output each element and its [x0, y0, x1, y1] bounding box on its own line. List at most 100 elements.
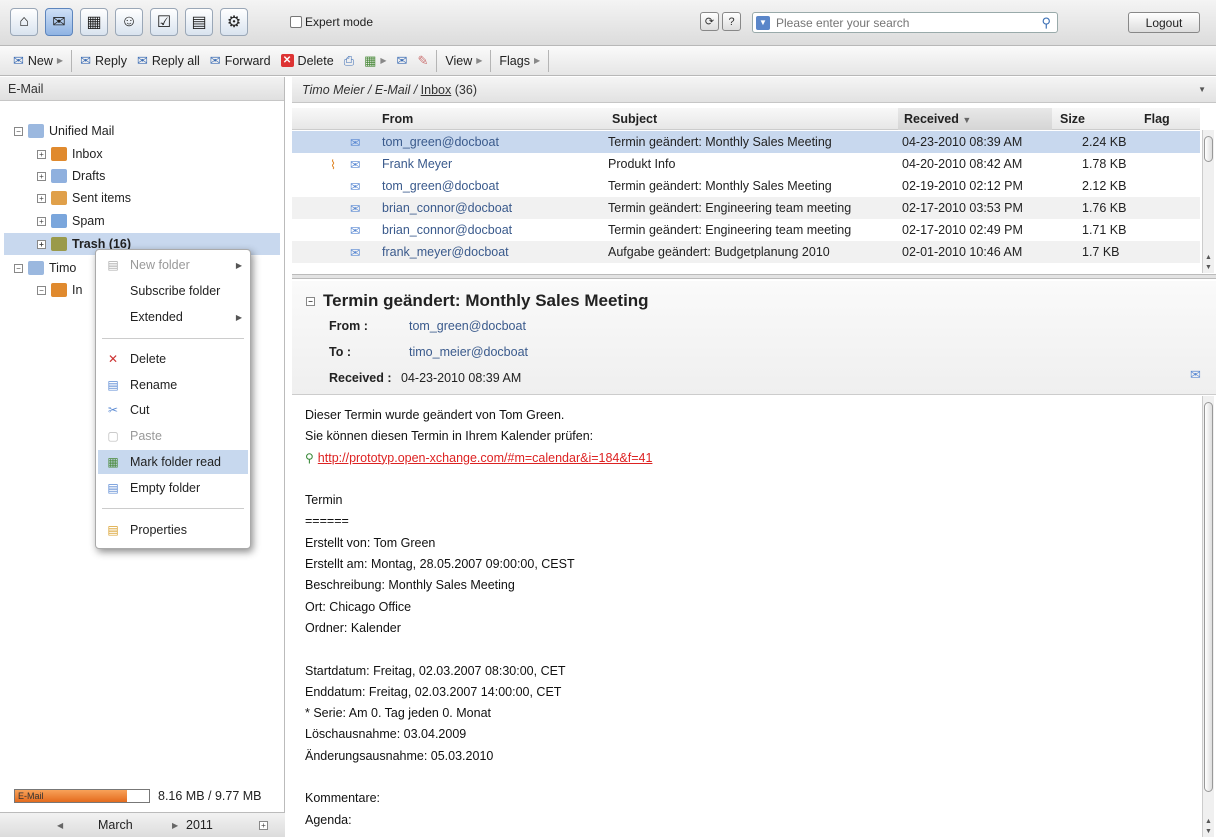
column-received[interactable]: Received ▼ — [904, 112, 971, 126]
menu-item-extended[interactable]: Extended ▶ — [98, 305, 248, 329]
mail-icon[interactable]: ✉ — [45, 8, 73, 36]
scrollbar-thumb[interactable] — [1204, 402, 1213, 792]
move-button[interactable]: ✉ — [392, 49, 413, 73]
calendar-link[interactable]: http://prototyp.open-xchange.com/#m=cale… — [318, 451, 653, 465]
print-button[interactable]: ⎙ — [339, 49, 359, 73]
tree-item-drafts[interactable]: + Drafts — [37, 165, 105, 187]
envelope-icon: ✉ — [350, 158, 361, 172]
breadcrumb-count: (36) — [454, 83, 477, 97]
menu-item-rename[interactable]: ▤ Rename — [98, 373, 248, 397]
scrollbar-thumb[interactable] — [1204, 136, 1213, 162]
settings-icon[interactable]: ⚙ — [220, 8, 248, 36]
mark-button[interactable]: ▦ ▶ — [359, 49, 391, 73]
menu-item-cut[interactable]: ✂ Cut — [98, 398, 248, 422]
help-button[interactable]: ? — [722, 12, 741, 31]
flags-menu-button[interactable]: Flags ▶ — [494, 49, 545, 73]
calendar-year[interactable]: 2011 — [186, 818, 213, 832]
tree-item-inbox[interactable]: + Inbox — [37, 143, 103, 165]
home-icon[interactable]: ⌂ — [10, 8, 38, 36]
expand-icon[interactable]: + — [37, 193, 46, 203]
toolbar-divider — [436, 49, 438, 72]
collapse-icon[interactable]: − — [14, 263, 23, 273]
infostore-icon[interactable]: ▤ — [185, 8, 213, 36]
menu-item-properties[interactable]: ▤ Properties — [98, 518, 248, 542]
column-size[interactable]: Size — [1060, 112, 1085, 126]
submenu-arrow-icon: ▶ — [476, 56, 483, 65]
menu-item-new-folder[interactable]: ▤ New folder ▶ — [98, 253, 248, 277]
column-flag[interactable]: Flag — [1144, 112, 1170, 126]
expert-mode-checkbox[interactable] — [290, 16, 302, 28]
tasks-icon[interactable]: ☑ — [150, 8, 178, 36]
message-row[interactable]: ✉ brian_connor@docboat Termin geändert: … — [292, 219, 1200, 241]
tree-item-timo-inbox[interactable]: − In — [37, 279, 82, 301]
message-row[interactable]: ⌇ ✉ Frank Meyer Produkt Info 04-20-2010 … — [292, 153, 1200, 175]
forward-button[interactable]: ✉ Forward — [205, 49, 276, 73]
scroll-arrows-icon[interactable]: ▲ ▼ — [1203, 253, 1214, 273]
forward-icon: ✉ — [209, 52, 221, 68]
envelope-icon: ✉ — [350, 136, 361, 150]
menu-item-subscribe-folder[interactable]: Subscribe folder — [98, 279, 248, 303]
reply-all-icon: ✉ — [136, 52, 148, 68]
reply-all-button[interactable]: ✉ Reply all — [132, 49, 205, 73]
search-icon[interactable]: ⚲ — [1041, 15, 1051, 31]
menu-item-empty-folder[interactable]: ▤ Empty folder — [98, 476, 248, 500]
search-input[interactable] — [776, 15, 1036, 30]
from-value[interactable]: tom_green@docboat — [409, 319, 526, 333]
mark-icon: ▦ — [364, 52, 377, 68]
column-subject[interactable]: Subject — [612, 112, 657, 126]
new-button[interactable]: ✉ New ▶ — [8, 49, 68, 73]
contacts-icon[interactable]: ☺ — [115, 8, 143, 36]
expand-calendar-icon[interactable]: + — [259, 820, 268, 830]
expand-icon[interactable]: + — [37, 216, 46, 226]
menu-item-delete[interactable]: ✕ Delete — [98, 347, 248, 371]
message-row[interactable]: ✉ brian_connor@docboat Termin geändert: … — [292, 197, 1200, 219]
message-row[interactable]: ✉ tom_green@docboat Termin geändert: Mon… — [292, 175, 1200, 197]
message-row[interactable]: ✉ tom_green@docboat Termin geändert: Mon… — [292, 131, 1200, 153]
breadcrumb-folder-link[interactable]: Inbox — [421, 83, 452, 97]
reply-button[interactable]: ✉ Reply — [75, 49, 132, 73]
refresh-button[interactable]: ⟳ — [700, 12, 719, 31]
collapse-icon[interactable]: − — [306, 297, 315, 306]
collapse-icon[interactable]: − — [37, 285, 46, 295]
search-scope-dropdown-icon[interactable]: ▼ — [756, 15, 770, 30]
prev-month-icon[interactable]: ◀ — [57, 821, 63, 830]
envelope-icon: ✉ — [350, 202, 361, 216]
edit-button[interactable]: ✎ — [412, 49, 433, 73]
expand-icon[interactable]: + — [37, 239, 46, 249]
menu-item-paste[interactable]: ▢ Paste — [98, 424, 248, 448]
to-value[interactable]: timo_meier@docboat — [409, 345, 528, 359]
expand-icon[interactable]: + — [37, 171, 46, 181]
quota-text: 8.16 MB / 9.77 MB — [158, 789, 262, 803]
pane-splitter[interactable] — [292, 274, 1216, 279]
preview-header: − Termin geändert: Monthly Sales Meeting… — [292, 281, 1216, 395]
delete-icon: ✕ — [280, 54, 294, 67]
message-row[interactable]: ✉ frank_meyer@docboat Aufgabe geändert: … — [292, 241, 1200, 263]
delete-button[interactable]: ✕ Delete — [276, 49, 339, 73]
sent-folder-icon — [51, 191, 67, 205]
print-icon: ⎙ — [343, 52, 355, 68]
tree-item-spam[interactable]: + Spam — [37, 210, 105, 232]
next-month-icon[interactable]: ▶ — [172, 821, 178, 830]
tree-item-unified-mail[interactable]: − Unified Mail — [14, 120, 114, 142]
envelope-icon[interactable]: ✉ — [1190, 367, 1201, 383]
from-label: From : — [329, 319, 368, 333]
tree-item-sent-items[interactable]: + Sent items — [37, 187, 131, 209]
breadcrumb-section: E-Mail — [374, 83, 411, 97]
scroll-arrows-icon[interactable]: ▲ ▼ — [1203, 817, 1214, 837]
preview-scrollbar[interactable]: ▲ ▼ — [1202, 396, 1214, 837]
column-from[interactable]: From — [382, 112, 413, 126]
envelope-icon: ✉ — [350, 180, 361, 194]
message-list-scrollbar[interactable]: ▲ ▼ — [1202, 130, 1214, 273]
expand-icon[interactable]: + — [37, 149, 46, 159]
chevron-down-icon[interactable]: ▼ — [1198, 85, 1206, 94]
view-menu-button[interactable]: View ▶ — [440, 49, 487, 73]
logout-button[interactable]: Logout — [1128, 12, 1200, 33]
attachment-icon: ⌇ — [330, 158, 337, 172]
calendar-month[interactable]: March — [98, 818, 133, 832]
tree-item-timo[interactable]: − Timo — [14, 257, 76, 279]
menu-item-mark-folder-read[interactable]: ▦ Mark folder read — [98, 450, 248, 474]
collapse-icon[interactable]: − — [14, 126, 23, 136]
mail-panel: Timo Meier / E-Mail / Inbox (36) ▼ From … — [292, 77, 1216, 837]
expert-mode-toggle[interactable]: Expert mode — [290, 15, 373, 29]
calendar-icon[interactable]: ▦ — [80, 8, 108, 36]
